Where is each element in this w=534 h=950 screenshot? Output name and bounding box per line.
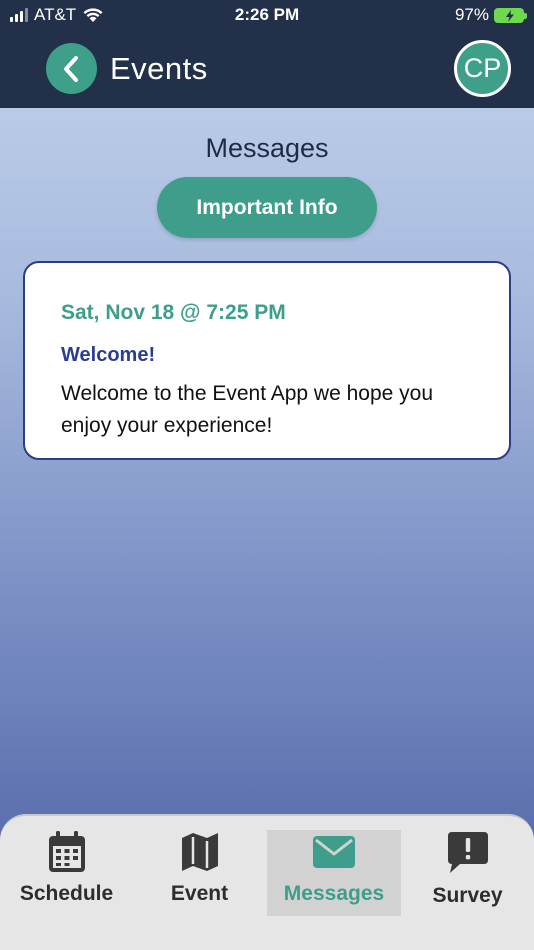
tab-event[interactable]: Event [133, 830, 266, 916]
battery-percent: 97% [454, 5, 489, 24]
calendar-icon [48, 831, 85, 872]
message-card[interactable]: Sat, Nov 18 @ 7:25 PM Welcome! Welcome t… [23, 261, 511, 460]
tab-label-survey: Survey [432, 884, 503, 907]
status-time: 2:26 PM [234, 5, 300, 24]
tab-schedule[interactable]: Schedule [0, 830, 133, 916]
important-info-button[interactable]: Important Info [157, 177, 377, 238]
message-date: Sat, Nov 18 @ 7:25 PM [61, 301, 286, 324]
alert-bubble-icon [447, 832, 488, 873]
battery-charging-icon [494, 7, 527, 23]
message-title: Welcome! [61, 344, 156, 366]
tab-messages[interactable]: Messages [267, 830, 401, 916]
app-header: Events CP [0, 30, 534, 108]
avatar[interactable]: CP [454, 40, 511, 97]
tab-bar: Schedule Event Messages Survey [0, 814, 534, 950]
chevron-left-icon [63, 55, 78, 82]
map-icon [181, 833, 218, 871]
envelope-icon [313, 836, 355, 868]
message-body: Welcome to the Event App we hope you enj… [61, 382, 434, 437]
back-button[interactable] [46, 43, 97, 94]
tab-survey[interactable]: Survey [401, 830, 534, 916]
status-bar: AT&T 2:26 PM 97% [0, 0, 534, 30]
tab-label-event: Event [170, 882, 229, 905]
tab-label-messages: Messages [283, 882, 385, 905]
status-right: 97% [454, 5, 527, 25]
tab-label-schedule: Schedule [19, 882, 114, 905]
section-title: Messages [205, 133, 329, 163]
page-title: Events [110, 51, 208, 86]
